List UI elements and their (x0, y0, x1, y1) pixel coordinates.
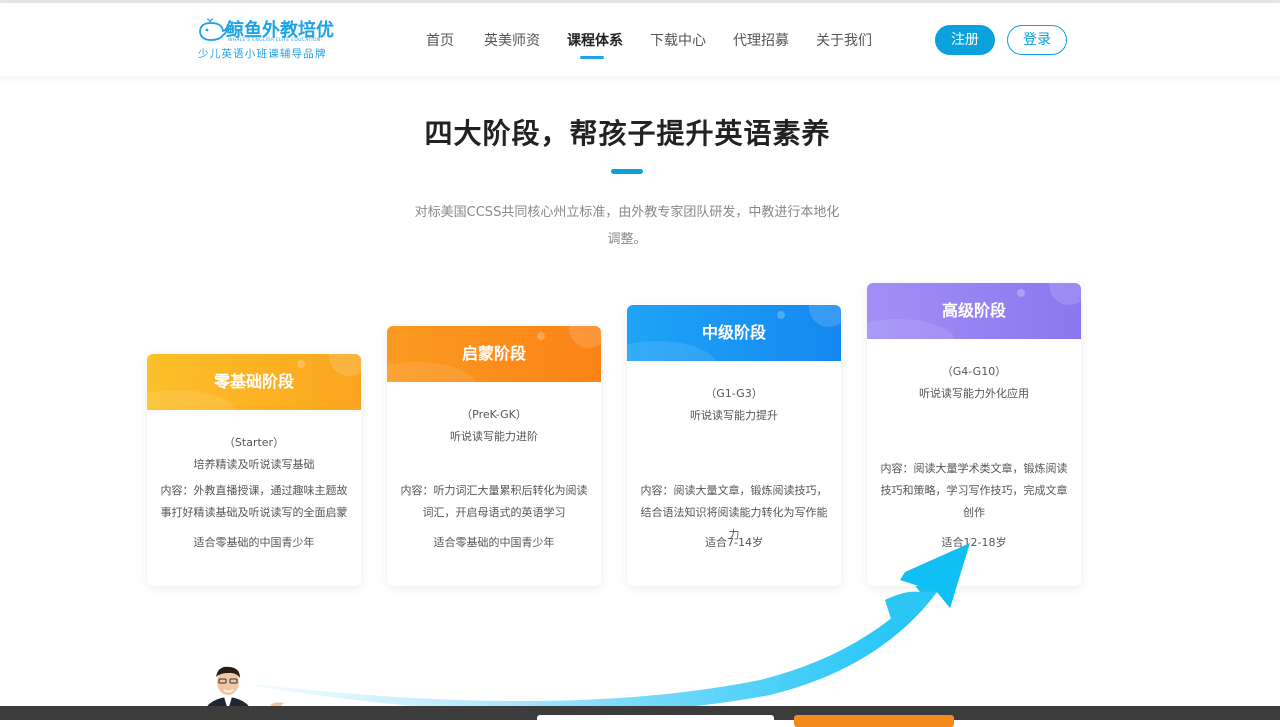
phone-input[interactable] (537, 715, 774, 727)
submit-button[interactable] (794, 715, 954, 727)
growth-arrow-head-icon (885, 543, 970, 632)
